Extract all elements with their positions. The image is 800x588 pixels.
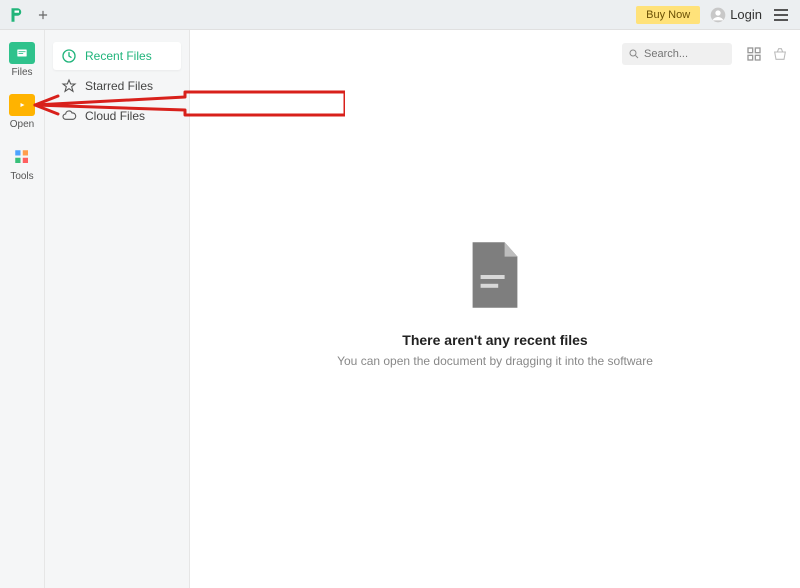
main-toolbar	[190, 30, 800, 78]
buy-now-button[interactable]: Buy Now	[636, 6, 700, 24]
search-icon	[628, 48, 640, 60]
empty-state: There aren't any recent files You can op…	[190, 78, 800, 588]
nav-tools-label: Tools	[10, 171, 33, 182]
new-tab-button[interactable]	[32, 4, 54, 26]
nav-files[interactable]: Files	[0, 42, 45, 78]
main-area: There aren't any recent files You can op…	[190, 30, 800, 588]
empty-title: There aren't any recent files	[402, 332, 587, 348]
side-item-label: Starred Files	[85, 79, 153, 93]
side-item-label: Recent Files	[85, 49, 152, 63]
basket-icon[interactable]	[772, 46, 788, 62]
nav-files-label: Files	[11, 67, 32, 78]
side-item-label: Cloud Files	[85, 109, 145, 123]
files-icon	[9, 42, 35, 64]
search-input[interactable]	[644, 48, 724, 60]
nav-tools[interactable]: Tools	[0, 146, 45, 182]
side-cloud-files[interactable]: Cloud Files	[53, 102, 181, 130]
cloud-icon	[61, 108, 77, 124]
grid-view-icon[interactable]	[746, 46, 762, 62]
nav-open-label: Open	[10, 119, 34, 130]
top-bar: Buy Now Login	[0, 0, 800, 30]
user-icon	[710, 7, 726, 23]
clock-icon	[61, 48, 77, 64]
tools-icon	[9, 146, 35, 168]
side-recent-files[interactable]: Recent Files	[53, 42, 181, 70]
side-panel: Recent Files Starred Files Cloud Files	[45, 30, 190, 588]
open-folder-icon	[9, 94, 35, 116]
empty-subtitle: You can open the document by dragging it…	[337, 354, 653, 368]
left-nav: Files Open Tools	[0, 30, 45, 588]
login-button[interactable]: Login	[710, 7, 762, 23]
star-icon	[61, 78, 77, 94]
search-box[interactable]	[622, 43, 732, 65]
login-label: Login	[730, 7, 762, 22]
document-icon	[463, 239, 527, 314]
menu-button[interactable]	[772, 6, 790, 24]
side-starred-files[interactable]: Starred Files	[53, 72, 181, 100]
app-logo	[6, 5, 26, 25]
nav-open[interactable]: Open	[0, 94, 45, 130]
